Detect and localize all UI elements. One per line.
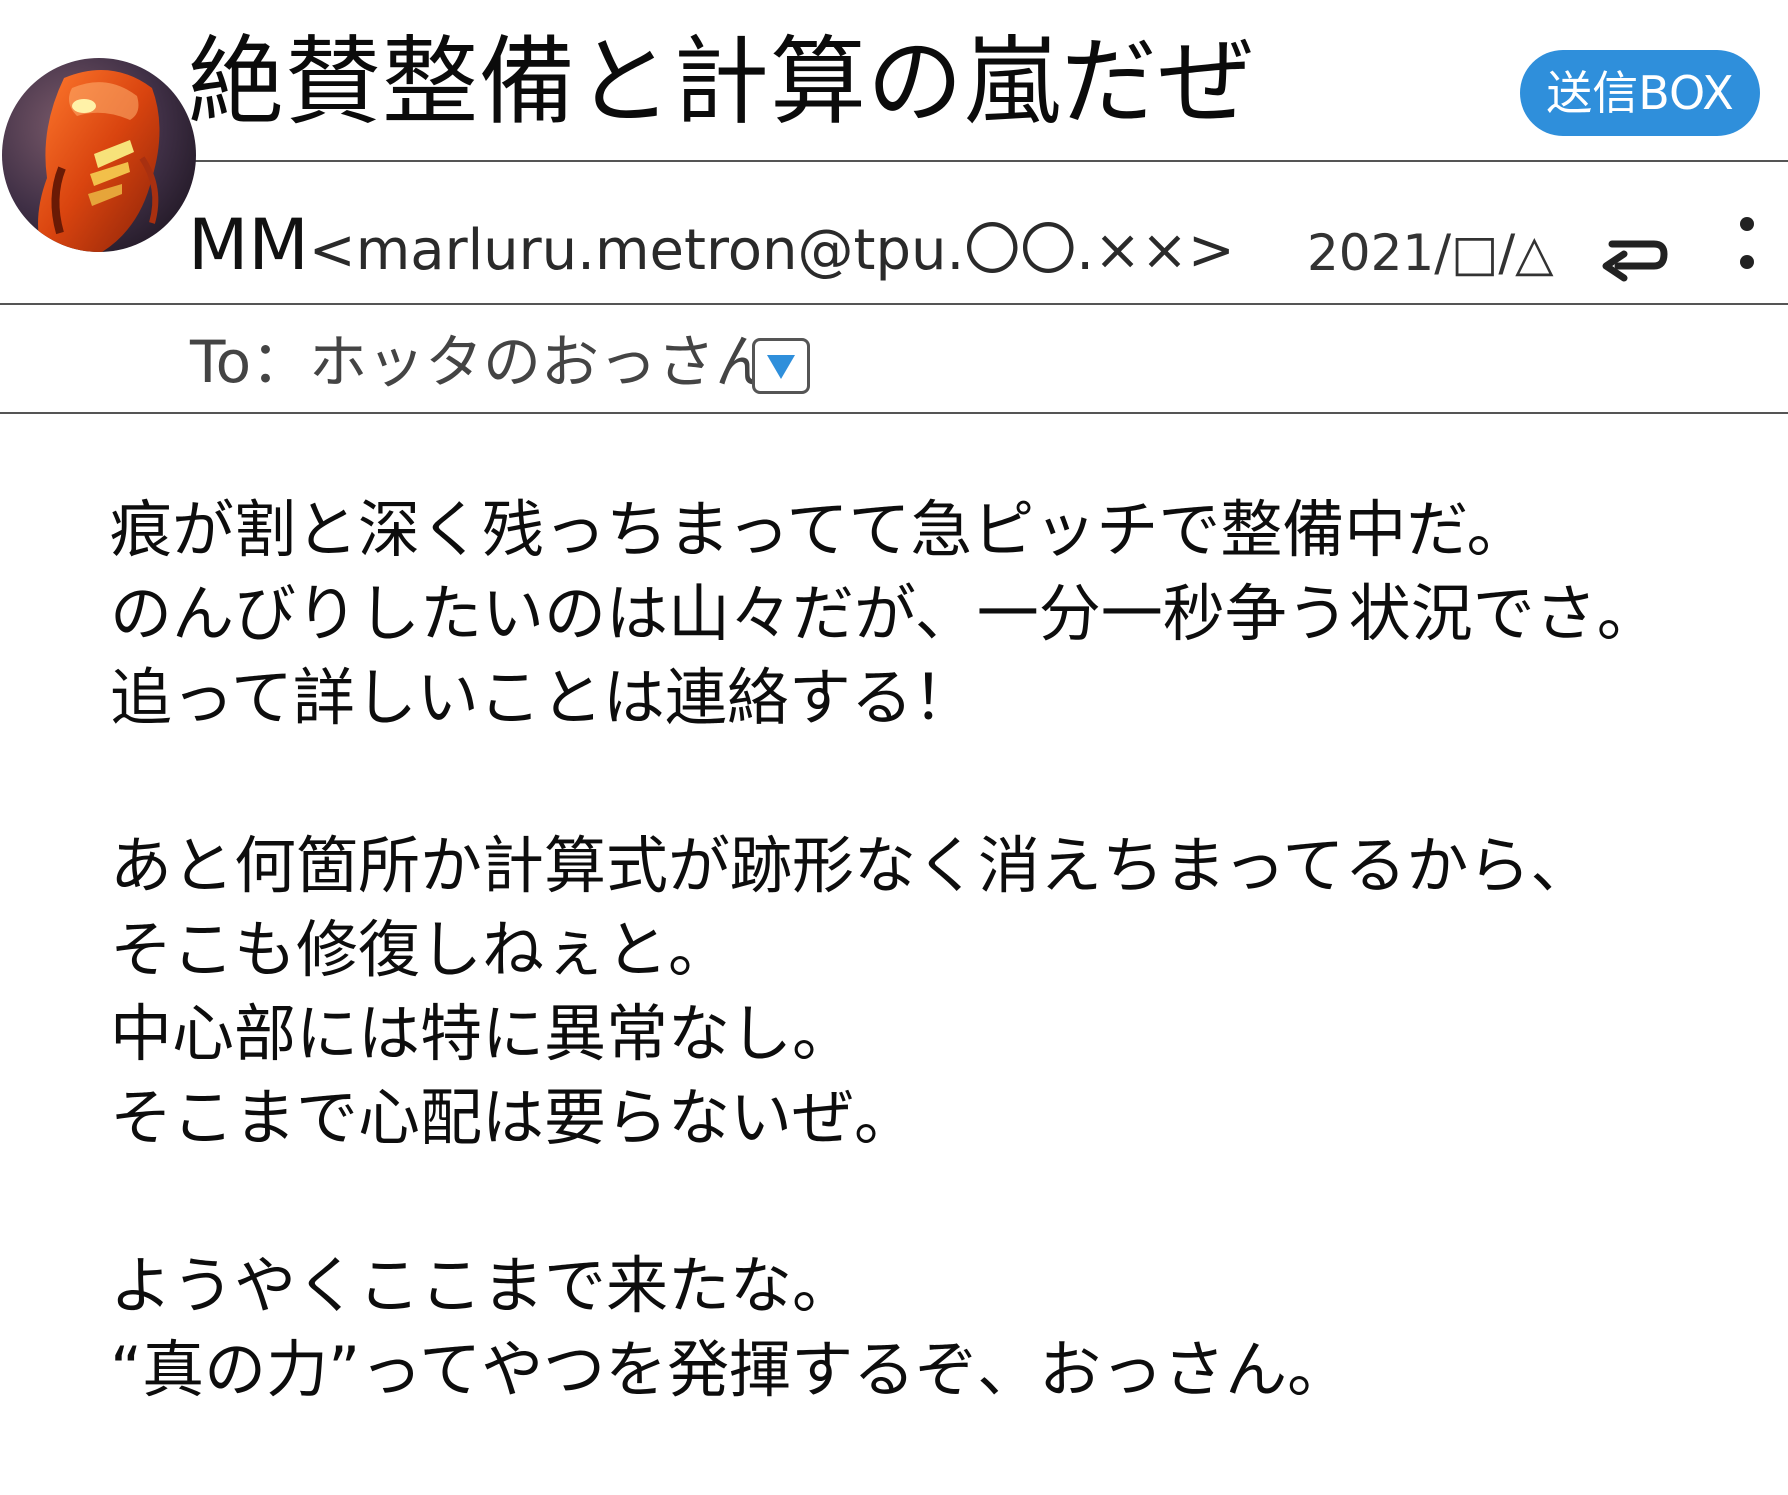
recipient-expand-button[interactable]	[752, 338, 810, 394]
body-line: ようやくここまで来たな。	[110, 1249, 855, 1322]
dropdown-triangle-icon	[767, 355, 795, 379]
recipient-line: To：ホッタのおっさん	[190, 328, 774, 396]
sender-address: <marluru.metron@tpu.〇〇.××>	[308, 218, 1235, 283]
sent-box-button[interactable]: 送信BOX	[1520, 50, 1760, 136]
message-body: 痕が割と深く残っちまってて急ピッチで整備中だ。 のんびりしたいのは山々だが、一分…	[110, 488, 1750, 1412]
sender-divider	[0, 303, 1788, 305]
more-vertical-icon[interactable]	[1736, 212, 1758, 276]
body-line: のんびりしたいのは山々だが、一分一秒争う状況でさ。	[110, 577, 1659, 650]
sender-name: MM	[188, 204, 309, 286]
reply-arrow-icon[interactable]	[1598, 222, 1670, 282]
body-line: そこまで心配は要らないぜ。	[110, 1081, 917, 1154]
body-line: あと何箇所か計算式が跡形なく消えちまってるから、	[110, 829, 1593, 902]
body-paragraph: 痕が割と深く残っちまってて急ピッチで整備中だ。 のんびりしたいのは山々だが、一分…	[110, 488, 1750, 740]
header-divider	[190, 160, 1788, 162]
avatar[interactable]	[2, 58, 196, 252]
body-line: “真の力”ってやつを発揮するぞ、おっさん。	[110, 1333, 1350, 1406]
body-line: 痕が割と深く残っちまってて急ピッチで整備中だ。	[110, 493, 1529, 566]
recipient-divider	[0, 412, 1788, 414]
message-subject: 絶賛整備と計算の嵐だぜ	[188, 26, 1255, 138]
body-line: 追って詳しいことは連絡する！	[110, 661, 975, 734]
body-paragraph: あと何箇所か計算式が跡形なく消えちまってるから、 そこも修復しねぇと。 中心部に…	[110, 824, 1750, 1160]
sender-info: MM<marluru.metron@tpu.〇〇.××>	[188, 205, 1235, 285]
body-line: そこも修復しねぇと。	[110, 913, 731, 986]
avatar-figure-image	[2, 58, 196, 252]
message-date: 2021/□/△	[1307, 224, 1554, 282]
body-line: 中心部には特に異常なし。	[110, 997, 855, 1070]
body-paragraph: ようやくここまで来たな。 “真の力”ってやつを発揮するぞ、おっさん。	[110, 1244, 1750, 1412]
